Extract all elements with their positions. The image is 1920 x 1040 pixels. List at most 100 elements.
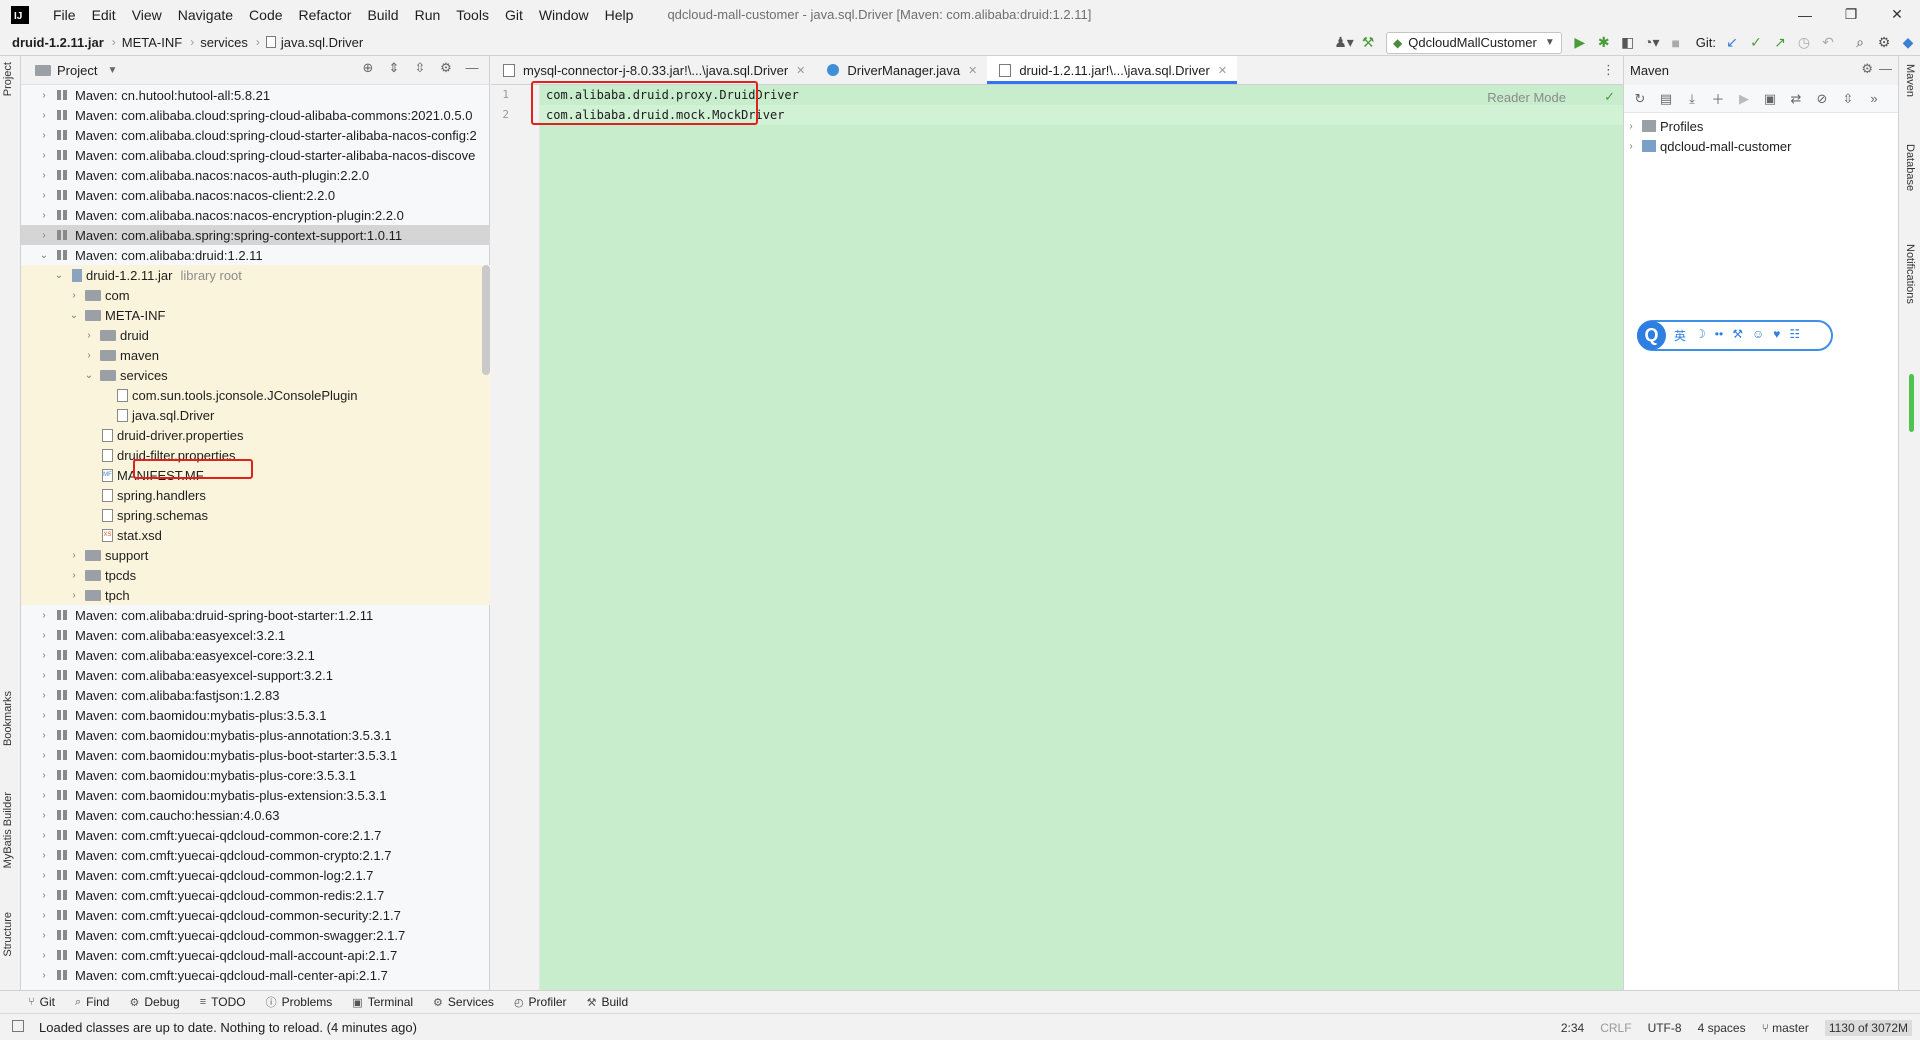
run-maven-icon[interactable]: ▶	[1734, 91, 1754, 107]
tree-row[interactable]: java.sql.Driver	[21, 405, 490, 425]
grid-menu-icon[interactable]: ☷	[1789, 327, 1800, 344]
chevron-right-icon[interactable]: ›	[37, 930, 51, 941]
stop-icon[interactable]: ■	[1664, 31, 1688, 55]
tree-row[interactable]: › Maven: com.alibaba:easyexcel-support:3.…	[21, 665, 490, 685]
memory-indicator[interactable]: 1130 of 3072M	[1824, 1019, 1912, 1036]
skip-tests-icon[interactable]: ⊘	[1812, 91, 1832, 107]
chevron-right-icon[interactable]: ›	[37, 610, 51, 621]
chevron-right-icon[interactable]: ›	[67, 590, 81, 601]
tab-driver-manager[interactable]: DriverManager.java ✕	[815, 56, 987, 84]
tree-row[interactable]: › support	[21, 545, 490, 565]
tab-druid-driver[interactable]: druid-1.2.11.jar!\...\java.sql.Driver ✕	[987, 56, 1238, 84]
caret-position[interactable]: 2:34	[1561, 1021, 1584, 1035]
maven-tree-item-profiles[interactable]: › Profiles	[1624, 116, 1898, 136]
close-tab-icon[interactable]: ✕	[1218, 64, 1227, 77]
mybatis-builder-tool-tab[interactable]: MyBatis Builder	[2, 792, 14, 868]
hide-panel-icon[interactable]: —	[1879, 61, 1892, 77]
chevron-right-icon[interactable]: ›	[37, 190, 51, 201]
breadcrumb-file[interactable]: java.sql.Driver	[281, 35, 363, 50]
tree-row[interactable]: › Maven: com.alibaba.cloud:spring-cloud-s…	[21, 145, 490, 165]
tree-row[interactable]: › Maven: cn.hutool:hutool-all:5.8.21	[21, 85, 490, 105]
build-hammer-icon[interactable]: ⚒	[1356, 31, 1380, 55]
menu-git[interactable]: Git	[497, 7, 531, 23]
project-panel-title[interactable]: Project	[57, 63, 97, 78]
options-gear-icon[interactable]: ⚙	[1861, 61, 1873, 77]
git-rollback-icon[interactable]: ↶	[1816, 31, 1840, 55]
tab-mysql-driver[interactable]: mysql-connector-j-8.0.33.jar!\...\java.s…	[491, 56, 815, 84]
menu-build[interactable]: Build	[359, 7, 406, 23]
tools-icon[interactable]: ⚒	[1732, 327, 1743, 344]
profile-icon[interactable]: ◔▾	[1640, 31, 1664, 55]
chevron-right-icon[interactable]: ›	[82, 330, 96, 341]
chevron-right-icon[interactable]: ›	[37, 90, 51, 101]
chevron-right-icon[interactable]: ›	[37, 710, 51, 721]
code-editor[interactable]: 1 2 com.alibaba.druid.proxy.DruidDriver …	[491, 81, 1623, 990]
chevron-down-icon[interactable]: ⌄	[82, 370, 96, 381]
tool-tab-todo[interactable]: ≡ TODO	[200, 995, 246, 1009]
toggle-offline-icon[interactable]: ⇄	[1786, 91, 1806, 107]
run-configuration-select[interactable]: ◆ QdcloudMallCustomer ▼	[1386, 31, 1562, 54]
chevron-down-icon[interactable]: ⌄	[52, 270, 66, 281]
git-update-icon[interactable]: ↙	[1720, 31, 1744, 55]
structure-tool-tab[interactable]: Structure	[2, 912, 14, 957]
chevron-right-icon[interactable]: ›	[37, 750, 51, 761]
chevron-right-icon[interactable]: ›	[37, 790, 51, 801]
tool-tab-find[interactable]: ⌕ Find	[75, 995, 110, 1009]
tree-row[interactable]: ⌄ services	[21, 365, 490, 385]
close-tab-icon[interactable]: ✕	[968, 64, 977, 77]
close-tab-icon[interactable]: ✕	[796, 64, 805, 77]
chevron-down-icon[interactable]: ⌄	[67, 310, 81, 321]
menu-view[interactable]: View	[124, 7, 170, 23]
chevron-right-icon[interactable]: ›	[67, 570, 81, 581]
tree-row[interactable]: › Maven: com.alibaba.nacos:nacos-client:2…	[21, 185, 490, 205]
chevron-right-icon[interactable]: ›	[1624, 141, 1638, 152]
tree-row[interactable]: › Maven: com.cmft:yuecai-qdcloud-mall-cen…	[21, 965, 490, 985]
jetbrains-toolbox-icon[interactable]: ◆	[1896, 31, 1920, 55]
tree-row[interactable]: › Maven: com.baomidou:mybatis-plus-core:3…	[21, 765, 490, 785]
chevron-right-icon[interactable]: ›	[37, 810, 51, 821]
git-commit-icon[interactable]: ✓	[1744, 31, 1768, 55]
chevron-right-icon[interactable]: ›	[1624, 121, 1638, 132]
tool-tab-services[interactable]: ⚙ Services	[433, 995, 494, 1009]
tree-row[interactable]: › Maven: com.alibaba.cloud:spring-cloud-s…	[21, 125, 490, 145]
tool-tab-debug[interactable]: ⚙ Debug	[129, 995, 179, 1009]
line-separator[interactable]: CRLF	[1600, 1021, 1631, 1035]
run-icon[interactable]: ▶	[1568, 31, 1592, 55]
chevron-right-icon[interactable]: ›	[37, 890, 51, 901]
hide-panel-icon[interactable]: —	[461, 60, 483, 76]
more-icon[interactable]: »	[1864, 91, 1884, 106]
input-method-toolbar[interactable]: Q 英 ☽ •• ⚒ ☺ ♥ ☷	[1637, 320, 1833, 351]
ime-language-toggle[interactable]: 英	[1674, 327, 1686, 344]
chevron-down-icon[interactable]: ⌄	[37, 250, 51, 261]
tree-row[interactable]: spring.handlers	[21, 485, 490, 505]
reader-mode-button[interactable]: Reader Mode	[1487, 90, 1566, 105]
chevron-right-icon[interactable]: ›	[37, 730, 51, 741]
tree-row[interactable]: › Maven: com.alibaba:druid-spring-boot-st…	[21, 605, 490, 625]
tree-row[interactable]: › Maven: com.baomidou:mybatis-plus:3.5.3.…	[21, 705, 490, 725]
code-line[interactable]: com.alibaba.druid.proxy.DruidDriver	[546, 88, 799, 102]
git-push-icon[interactable]: ↗	[1768, 31, 1792, 55]
chevron-right-icon[interactable]: ›	[37, 850, 51, 861]
chevron-right-icon[interactable]: ›	[37, 130, 51, 141]
chevron-right-icon[interactable]: ›	[67, 290, 81, 301]
tool-tab-problems[interactable]: ⓘ Problems	[266, 994, 333, 1010]
menu-help[interactable]: Help	[597, 7, 642, 23]
tree-scrollbar[interactable]	[482, 265, 490, 375]
breadcrumb-services[interactable]: services	[200, 35, 248, 50]
tree-row[interactable]: › Maven: com.baomidou:mybatis-plus-extens…	[21, 785, 490, 805]
coverage-icon[interactable]: ◧	[1616, 31, 1640, 55]
skin-icon[interactable]: ♥	[1773, 327, 1780, 344]
menu-edit[interactable]: Edit	[84, 7, 124, 23]
tree-row[interactable]: › Maven: com.alibaba.nacos:nacos-encrypti…	[21, 205, 490, 225]
close-window-button[interactable]: ✕	[1874, 0, 1920, 29]
chevron-right-icon[interactable]: ›	[37, 870, 51, 881]
chevron-right-icon[interactable]: ›	[37, 950, 51, 961]
menu-refactor[interactable]: Refactor	[291, 7, 360, 23]
tree-row[interactable]: › Maven: com.cmft:yuecai-qdcloud-common-s…	[21, 925, 490, 945]
tree-row[interactable]: XS stat.xsd	[21, 525, 490, 545]
project-tool-tab[interactable]: Project	[2, 62, 14, 96]
tree-row[interactable]: › Maven: com.cmft:yuecai-qdcloud-common-r…	[21, 885, 490, 905]
user-icon[interactable]: ♟▾	[1332, 31, 1356, 55]
tree-row[interactable]: › com	[21, 285, 490, 305]
tree-row[interactable]: ⌄ META-INF	[21, 305, 490, 325]
